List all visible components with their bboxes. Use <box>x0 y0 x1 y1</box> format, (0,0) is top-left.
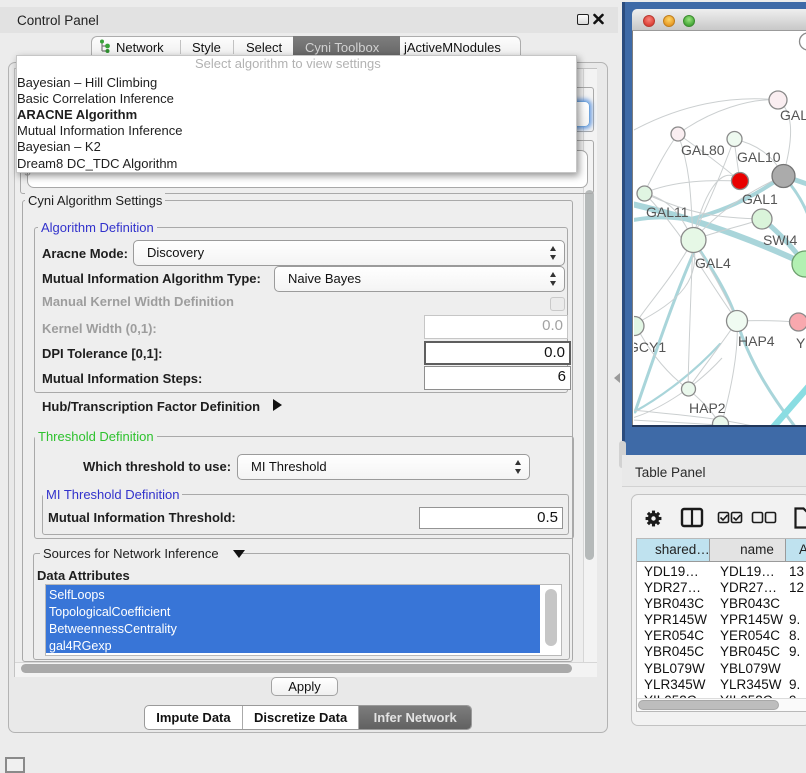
svg-text:GCY1: GCY1 <box>634 339 666 355</box>
svg-text:HAP2: HAP2 <box>689 400 726 416</box>
svg-text:GAL11: GAL11 <box>646 204 689 220</box>
svg-text:GAL4: GAL4 <box>695 255 731 271</box>
svg-text:GAL2: GAL2 <box>780 107 806 123</box>
svg-text:YEL: YEL <box>796 335 806 351</box>
svg-text:SWI4: SWI4 <box>763 232 797 248</box>
svg-text:GAL10: GAL10 <box>737 149 781 165</box>
svg-text:HAP4: HAP4 <box>738 333 775 349</box>
svg-text:GAL80: GAL80 <box>681 142 725 158</box>
svg-text:GAL1: GAL1 <box>742 191 778 207</box>
